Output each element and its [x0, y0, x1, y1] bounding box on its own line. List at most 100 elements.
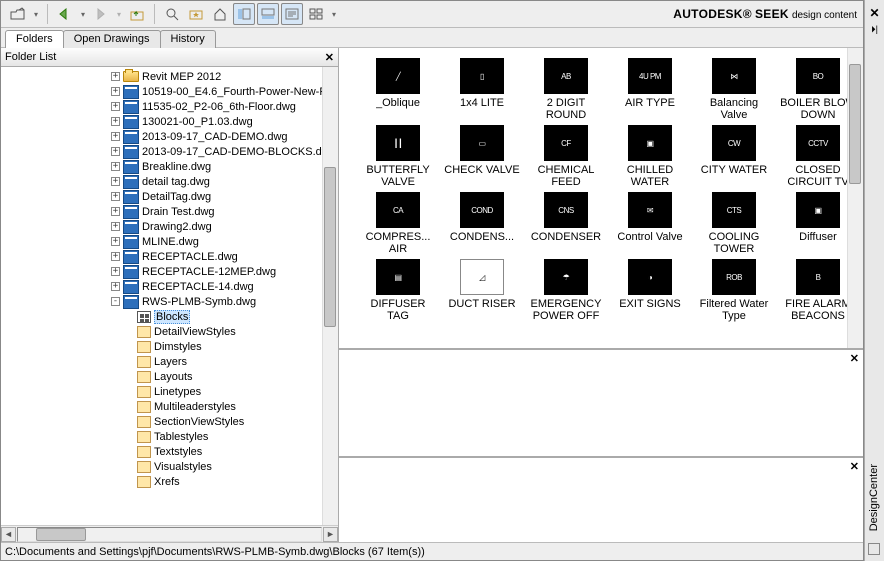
- block-item[interactable]: ▭CHECK VALVE: [443, 125, 521, 190]
- dropdown-caret-icon[interactable]: ▾: [31, 10, 41, 19]
- tree-item[interactable]: Layouts: [1, 369, 338, 384]
- scroll-left-icon[interactable]: ◄: [1, 527, 16, 542]
- tree-item[interactable]: +MLINE.dwg: [1, 234, 338, 249]
- block-item[interactable]: ╱_Oblique: [359, 58, 437, 123]
- tree-item[interactable]: +Drain Test.dwg: [1, 204, 338, 219]
- dropdown-caret-icon[interactable]: ▾: [114, 10, 124, 19]
- block-item[interactable]: ▣Diffuser: [779, 192, 857, 257]
- scrollbar-thumb[interactable]: [849, 64, 861, 184]
- block-item[interactable]: ◿DUCT RISER: [443, 259, 521, 324]
- block-item[interactable]: CFCHEMICAL FEED: [527, 125, 605, 190]
- block-item[interactable]: CONDCONDENS...: [443, 192, 521, 257]
- tab-history[interactable]: History: [160, 30, 216, 48]
- tree-item[interactable]: +2013-09-17_CAD-DEMO-BLOCKS.dv: [1, 144, 338, 159]
- expand-collapse-icon[interactable]: +: [111, 117, 120, 126]
- palette-right-rail[interactable]: ✕ ⏵| DesignCenter: [864, 0, 884, 561]
- block-item[interactable]: ✉Control Valve: [611, 192, 689, 257]
- expand-collapse-icon[interactable]: +: [111, 222, 120, 231]
- palette-autohide-icon[interactable]: ⏵|: [865, 24, 884, 35]
- palette-menu-icon[interactable]: [868, 543, 880, 555]
- tree-item[interactable]: +2013-09-17_CAD-DEMO.dwg: [1, 129, 338, 144]
- content-grid-pane[interactable]: ╱_Oblique▯1x4 LITEAB2 DIGIT ROUND4U PMAI…: [339, 48, 863, 348]
- block-item[interactable]: BFIRE ALARM BEACONS: [779, 259, 857, 324]
- tree-item[interactable]: Dimstyles: [1, 339, 338, 354]
- expand-collapse-icon[interactable]: +: [111, 237, 120, 246]
- preview-toggle-icon[interactable]: [257, 3, 279, 25]
- block-item[interactable]: ┃┃BUTTERFLY VALVE: [359, 125, 437, 190]
- tree-item[interactable]: +10519-00_E4.6_Fourth-Power-New-P: [1, 84, 338, 99]
- close-icon[interactable]: ✕: [325, 51, 334, 64]
- tree-horizontal-scrollbar[interactable]: ◄ ►: [1, 525, 338, 542]
- scrollbar-thumb[interactable]: [36, 528, 86, 541]
- tree-item[interactable]: -RWS-PLMB-Symb.dwg: [1, 294, 338, 309]
- block-item[interactable]: ▤DIFFUSER TAG: [359, 259, 437, 324]
- tree-item[interactable]: +Drawing2.dwg: [1, 219, 338, 234]
- scrollbar-track[interactable]: [17, 527, 322, 542]
- block-item[interactable]: ◑EXIT SIGNS: [611, 259, 689, 324]
- home-icon[interactable]: [209, 3, 231, 25]
- block-item[interactable]: 4U PMAIR TYPE: [611, 58, 689, 123]
- tree-item[interactable]: Tablestyles: [1, 429, 338, 444]
- tree-item[interactable]: +11535-02_P2-06_6th-Floor.dwg: [1, 99, 338, 114]
- block-item[interactable]: CCTVCLOSED CIRCUIT TV: [779, 125, 857, 190]
- tree-item[interactable]: Xrefs: [1, 474, 338, 489]
- tree-item[interactable]: +RECEPTACLE-12MEP.dwg: [1, 264, 338, 279]
- block-item[interactable]: ▯1x4 LITE: [443, 58, 521, 123]
- expand-collapse-icon[interactable]: -: [111, 297, 120, 306]
- tree-item[interactable]: +DetailTag.dwg: [1, 189, 338, 204]
- description-toggle-icon[interactable]: [281, 3, 303, 25]
- expand-collapse-icon[interactable]: +: [111, 147, 120, 156]
- grid-vertical-scrollbar[interactable]: [847, 48, 863, 348]
- up-folder-icon[interactable]: [126, 3, 148, 25]
- tree-item[interactable]: +Revit MEP 2012: [1, 69, 338, 84]
- expand-collapse-icon[interactable]: +: [111, 162, 120, 171]
- forward-icon[interactable]: [90, 3, 112, 25]
- tree-item[interactable]: Layers: [1, 354, 338, 369]
- tree-item[interactable]: +130021-00_P1.03.dwg: [1, 114, 338, 129]
- search-icon[interactable]: [161, 3, 183, 25]
- scroll-right-icon[interactable]: ►: [323, 527, 338, 542]
- tree-item[interactable]: Visualstyles: [1, 459, 338, 474]
- dropdown-caret-icon[interactable]: ▾: [329, 10, 339, 19]
- favorites-icon[interactable]: [185, 3, 207, 25]
- tree-item[interactable]: +RECEPTACLE.dwg: [1, 249, 338, 264]
- tree-item[interactable]: DetailViewStyles: [1, 324, 338, 339]
- views-icon[interactable]: [305, 3, 327, 25]
- block-item[interactable]: AB2 DIGIT ROUND: [527, 58, 605, 123]
- block-item[interactable]: ☂EMERGENCY POWER OFF: [527, 259, 605, 324]
- expand-collapse-icon[interactable]: +: [111, 102, 120, 111]
- block-item[interactable]: CTSCOOLING TOWER: [695, 192, 773, 257]
- tree-item[interactable]: +Breakline.dwg: [1, 159, 338, 174]
- tab-open-drawings[interactable]: Open Drawings: [63, 30, 161, 48]
- expand-collapse-icon[interactable]: +: [111, 267, 120, 276]
- back-icon[interactable]: [54, 3, 76, 25]
- palette-close-icon[interactable]: ✕: [865, 6, 884, 20]
- block-item[interactable]: CACOMPRES... AIR: [359, 192, 437, 257]
- block-item[interactable]: BOBOILER BLOW DOWN: [779, 58, 857, 123]
- tab-folders[interactable]: Folders: [5, 30, 64, 48]
- tree-item[interactable]: +detail tag.dwg: [1, 174, 338, 189]
- tree-item[interactable]: Linetypes: [1, 384, 338, 399]
- tree-item[interactable]: Textstyles: [1, 444, 338, 459]
- expand-collapse-icon[interactable]: +: [111, 87, 120, 96]
- tree-item[interactable]: SectionViewStyles: [1, 414, 338, 429]
- expand-collapse-icon[interactable]: +: [111, 282, 120, 291]
- dropdown-caret-icon[interactable]: ▾: [78, 10, 88, 19]
- block-item[interactable]: CWCITY WATER: [695, 125, 773, 190]
- tree-item[interactable]: Blocks: [1, 309, 338, 324]
- close-icon[interactable]: ✕: [850, 352, 859, 365]
- expand-collapse-icon[interactable]: +: [111, 177, 120, 186]
- load-icon[interactable]: [7, 3, 29, 25]
- block-item[interactable]: CNSCONDENSER: [527, 192, 605, 257]
- expand-collapse-icon[interactable]: +: [111, 72, 120, 81]
- tree-item[interactable]: Multileaderstyles: [1, 399, 338, 414]
- expand-collapse-icon[interactable]: +: [111, 132, 120, 141]
- block-item[interactable]: ⋈Balancing Valve: [695, 58, 773, 123]
- tree-toggle-icon[interactable]: [233, 3, 255, 25]
- expand-collapse-icon[interactable]: +: [111, 252, 120, 261]
- block-item[interactable]: ▣CHILLED WATER: [611, 125, 689, 190]
- tree-vertical-scrollbar[interactable]: [322, 67, 338, 525]
- scrollbar-thumb[interactable]: [324, 167, 336, 327]
- tree-item[interactable]: +RECEPTACLE-14.dwg: [1, 279, 338, 294]
- expand-collapse-icon[interactable]: +: [111, 207, 120, 216]
